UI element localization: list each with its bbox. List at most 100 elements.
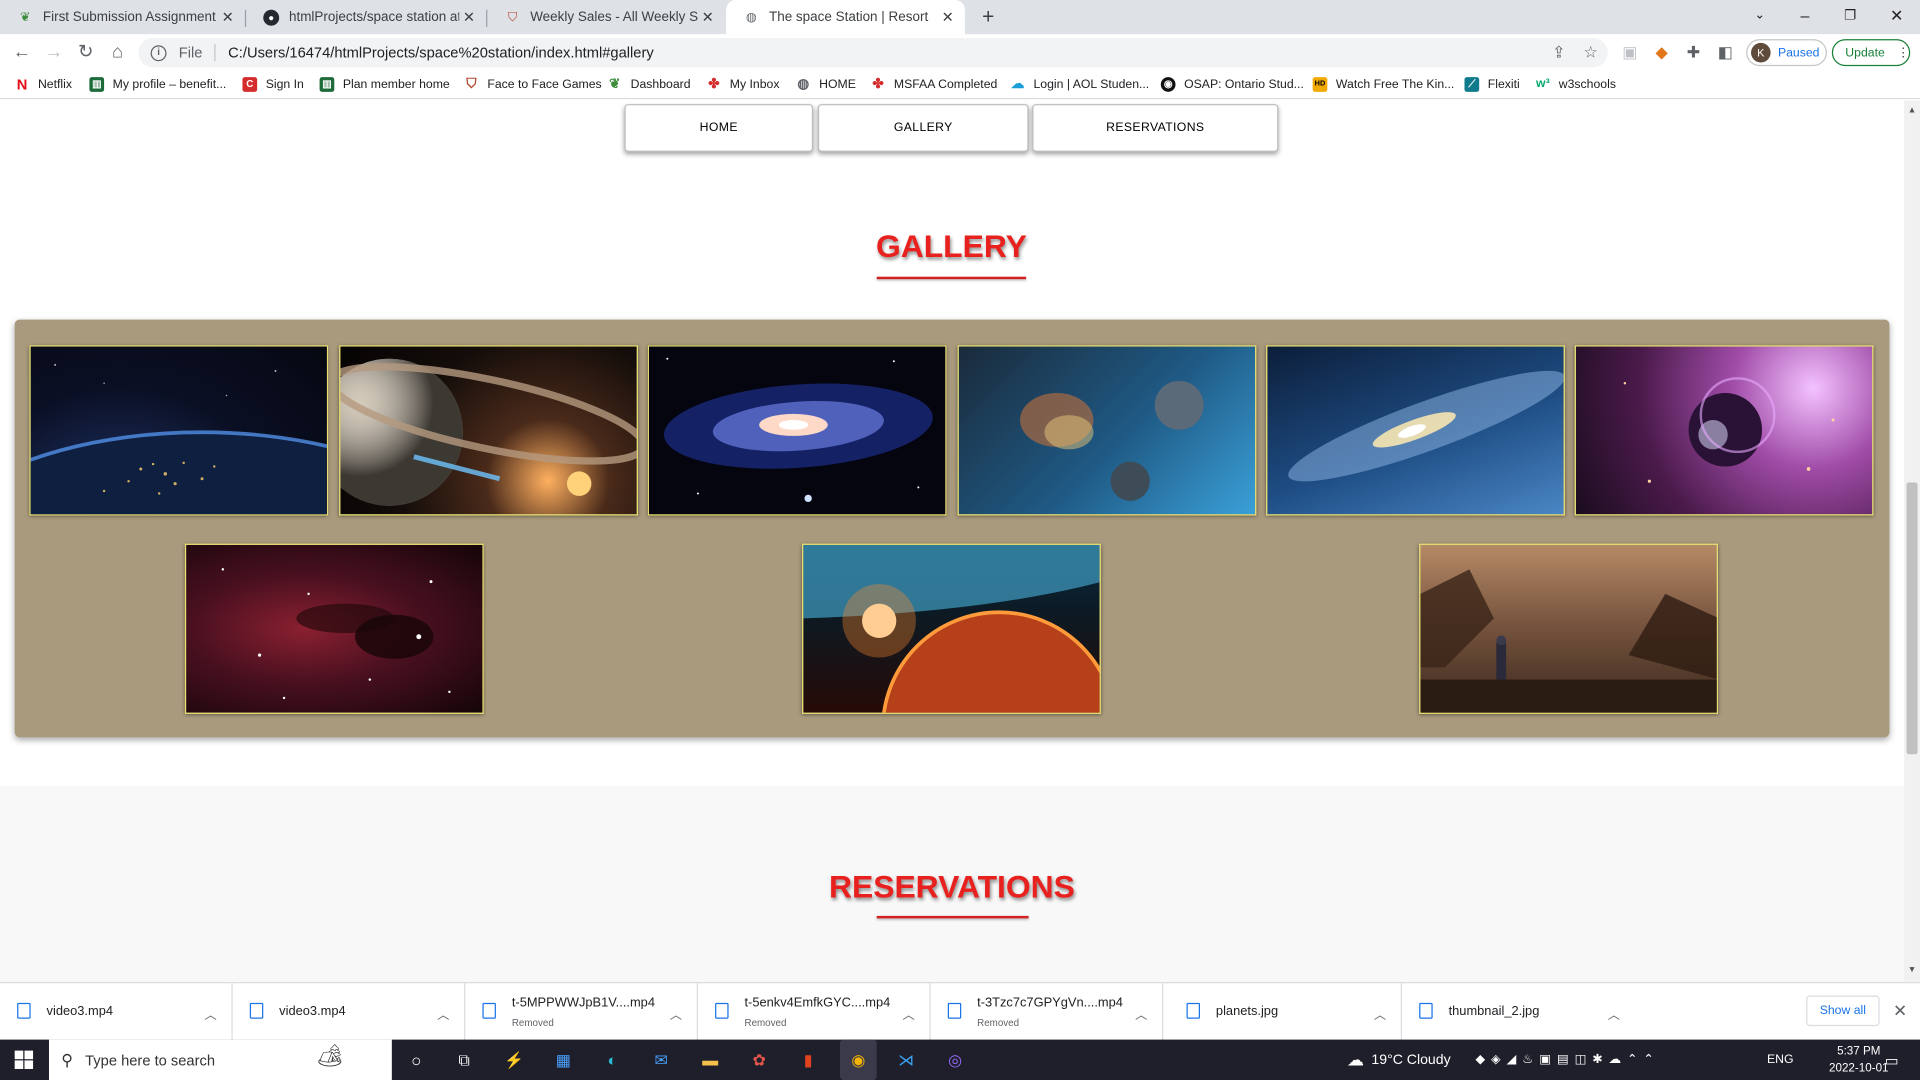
tab-first-submission[interactable]: ❦ First Submission Assignment ✕ <box>0 0 245 34</box>
system-tray-icons[interactable]: ◆◈◢♨▣▤◫✱☁⌃⌃ <box>1476 1040 1660 1080</box>
download-item[interactable]: planets.jpg ︿ <box>1169 983 1403 1041</box>
update-button[interactable]: Update ⋮ <box>1831 39 1911 67</box>
tab-github[interactable]: ● htmlProjects/space station at ma ✕ <box>246 0 486 34</box>
bookmark-plan-member-home[interactable]: ▥ Plan member home <box>319 70 450 99</box>
metamask-icon[interactable]: ◆ <box>1651 42 1673 64</box>
bookmark-flexiti[interactable]: ⟋ Flexiti <box>1464 70 1520 99</box>
bookmark-my-inbox[interactable]: ✤ My Inbox <box>707 70 779 99</box>
bookmark-netflix[interactable]: N Netflix <box>15 70 72 99</box>
close-icon[interactable]: ✕ <box>459 9 479 26</box>
close-icon[interactable]: ✕ <box>698 9 718 26</box>
close-icon[interactable]: ✕ <box>218 9 238 26</box>
ruined-planet-scene-image[interactable] <box>1419 543 1718 714</box>
profile-button[interactable]: K Paused <box>1746 39 1827 67</box>
bookmark-star-icon[interactable]: ☆ <box>1580 42 1602 64</box>
spiral-galaxy-image[interactable] <box>647 345 947 516</box>
bookmark-w3schools[interactable]: w³ w3schools <box>1536 70 1616 99</box>
chevron-up-icon[interactable]: ︿ <box>670 1004 682 1022</box>
chevron-up-icon[interactable]: ︿ <box>204 1004 216 1022</box>
file-explorer-icon[interactable]: ▬ <box>697 1047 724 1074</box>
chrome-icon[interactable]: ◉ <box>840 1039 877 1080</box>
windows-start-icon[interactable] <box>14 1050 35 1071</box>
forward-button[interactable]: → <box>42 40 66 64</box>
earth-at-night-image[interactable] <box>29 345 329 516</box>
weather-widget[interactable]: ☁ 19°C Cloudy <box>1347 1040 1451 1080</box>
address-bar[interactable]: i File C:/Users/16474/htmlProjects/space… <box>138 37 1608 68</box>
bookmark-watch-free[interactable]: HD Watch Free The Kin... <box>1312 70 1454 99</box>
chevron-up-icon[interactable]: ︿ <box>902 1004 914 1022</box>
chevron-up-icon[interactable]: ︿ <box>1608 1004 1620 1022</box>
taskbar-search-input[interactable]: ⚲ Type here to search 🏕 <box>48 1039 392 1080</box>
paint-icon[interactable]: ✿ <box>746 1047 773 1074</box>
download-item[interactable]: t-5enkv4EmfkGYC....mp4 Removed ︿ <box>698 983 931 1041</box>
vscode-insiders-icon[interactable]: ⚡ <box>501 1047 528 1074</box>
info-icon[interactable]: i <box>150 44 167 61</box>
red-nebula-image[interactable] <box>184 543 484 714</box>
scrollbar-thumb[interactable] <box>1906 482 1918 755</box>
mail-icon[interactable]: ✉ <box>648 1047 675 1074</box>
blue-galaxy-image[interactable] <box>1266 345 1565 516</box>
bookmark-face-to-face[interactable]: ⛉ Face to Face Games <box>464 70 601 99</box>
chevron-up-icon[interactable]: ︿ <box>1135 1004 1147 1022</box>
close-icon[interactable]: ✕ <box>1893 1000 1907 1021</box>
nav-gallery-button[interactable]: GALLERY <box>817 104 1029 152</box>
home-button[interactable]: ⌂ <box>105 40 129 64</box>
bookmark-label: Flexiti <box>1487 77 1520 92</box>
purple-planet-image[interactable] <box>1574 345 1874 516</box>
office-icon[interactable]: ▮ <box>795 1047 822 1074</box>
notifications-icon[interactable]: ▭ <box>1878 1047 1905 1074</box>
spiral-galaxy-art <box>663 357 933 503</box>
bookmark-home[interactable]: ◍ HOME <box>796 70 856 99</box>
scroll-down-icon[interactable]: ▼ <box>1908 966 1916 975</box>
update-label: Update <box>1845 45 1885 60</box>
bookmark-sign-in[interactable]: C Sign In <box>242 70 304 99</box>
share-icon[interactable]: ⇪ <box>1548 42 1570 64</box>
bookmark-osap[interactable]: ◉ OSAP: Ontario Stud... <box>1160 70 1304 99</box>
download-item[interactable]: t-5MPPWWJpB1V....mp4 Removed ︿ <box>465 983 698 1041</box>
search-icon: ⚲ <box>61 1050 73 1069</box>
reload-button[interactable]: ↻ <box>73 40 97 64</box>
chevron-up-icon[interactable]: ︿ <box>1374 1004 1386 1022</box>
nav-reservations-button[interactable]: RESERVATIONS <box>1032 104 1279 152</box>
scroll-up-icon[interactable]: ▲ <box>1908 107 1916 116</box>
bookmark-dashboard[interactable]: ❦ Dashboard <box>607 70 690 99</box>
tab-space-station[interactable]: ◍ The space Station | Resort ✕ <box>726 0 965 35</box>
language-indicator[interactable]: ENG <box>1767 1040 1794 1080</box>
github-desktop-icon[interactable]: ◎ <box>942 1047 969 1074</box>
chevron-up-icon[interactable]: ︿ <box>437 1004 449 1022</box>
close-icon[interactable]: ✕ <box>938 9 958 26</box>
show-all-button[interactable]: Show all <box>1806 995 1880 1027</box>
restore-button[interactable]: ❐ <box>1827 0 1874 34</box>
download-item[interactable]: video3.mp4 ︿ <box>0 983 233 1041</box>
page-scrollbar[interactable]: ▲ ▼ <box>1904 100 1920 983</box>
reader-icon[interactable]: ▣ <box>1619 42 1641 64</box>
bookmark-my-profile[interactable]: ▥ My profile – benefit... <box>89 70 226 99</box>
new-tab-button[interactable]: + <box>977 6 999 28</box>
ringed-planet-image[interactable] <box>339 345 638 516</box>
download-item[interactable]: video3.mp4 ︿ <box>233 983 466 1041</box>
url-text[interactable]: C:/Users/16474/htmlProjects/space%20stat… <box>228 44 654 61</box>
file-scheme-label: File <box>178 44 203 62</box>
nebula-planets-image[interactable] <box>957 345 1257 516</box>
download-item[interactable]: thumbnail_2.jpg ︿ <box>1402 983 1635 1041</box>
edge-icon[interactable]: ◐ <box>599 1047 626 1074</box>
side-panel-icon[interactable]: ◧ <box>1714 42 1736 64</box>
back-button[interactable]: ← <box>10 40 34 64</box>
store-icon[interactable]: ▦ <box>550 1047 577 1074</box>
tab-search-icon[interactable]: ⌄ <box>1736 0 1783 34</box>
minimize-button[interactable]: – <box>1782 0 1829 34</box>
bookmark-aol-login[interactable]: ☁ Login | AOL Studen... <box>1010 70 1149 99</box>
nav-home-button[interactable]: HOME <box>624 104 814 152</box>
download-item[interactable]: t-3Tzc7c7GPYgVn....mp4 Removed ︿ <box>931 983 1164 1041</box>
planet-sunrise-image[interactable] <box>802 543 1101 714</box>
more-menu-icon[interactable]: ⋮ <box>1897 46 1909 59</box>
bookmark-msfaa[interactable]: ✤ MSFAA Completed <box>871 70 997 99</box>
vscode-icon[interactable]: ⋊ <box>893 1047 920 1074</box>
extensions-icon[interactable]: ✚ <box>1682 42 1704 64</box>
bookmark-label: Plan member home <box>342 77 450 92</box>
search-highlight-icon: 🏕 <box>315 1043 344 1068</box>
tab-weekly-sales[interactable]: ⛉ Weekly Sales - All Weekly Sales - ✕ <box>487 0 725 34</box>
cortana-icon[interactable]: ○ <box>403 1047 430 1074</box>
task-view-icon[interactable]: ⧉ <box>451 1047 478 1074</box>
close-window-button[interactable]: ✕ <box>1873 0 1920 34</box>
